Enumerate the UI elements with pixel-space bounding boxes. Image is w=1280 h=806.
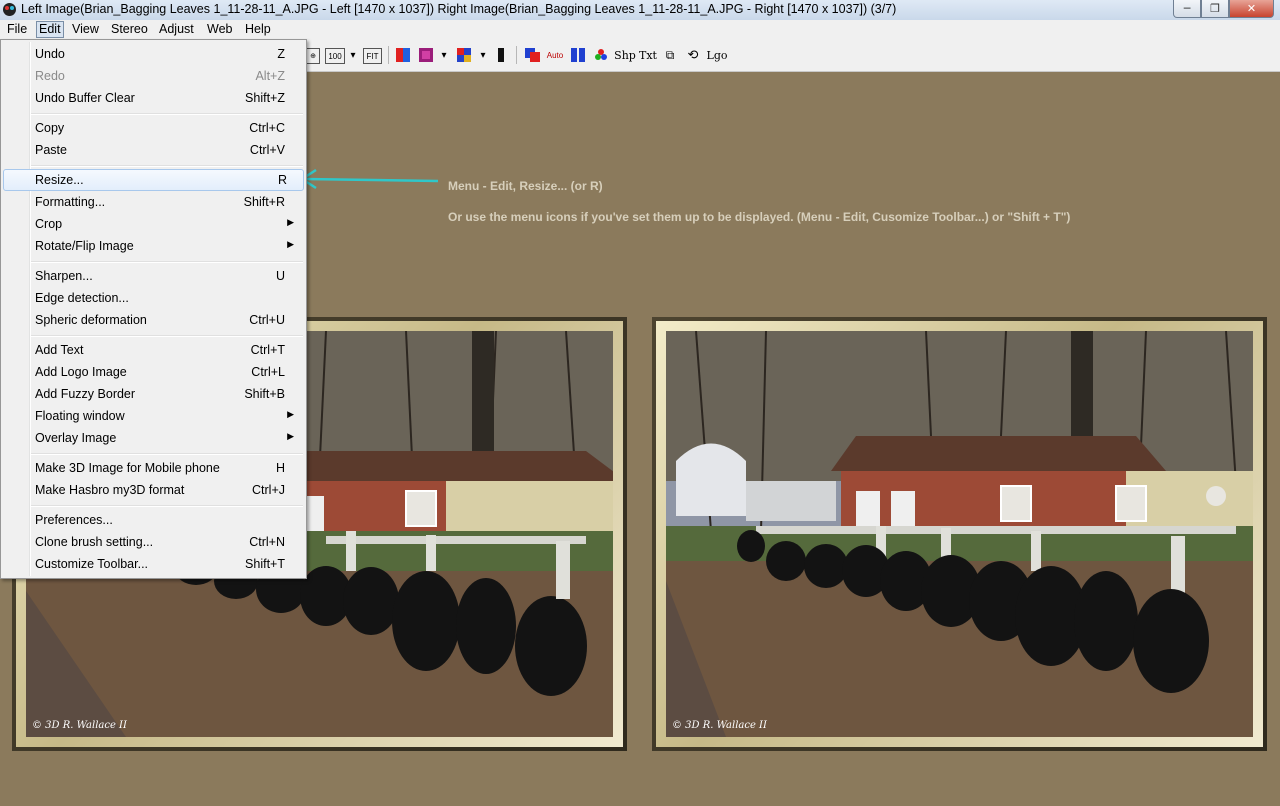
menu-item-add-text[interactable]: Add Text Ctrl+T	[3, 339, 302, 361]
pointer-arrow-icon	[299, 168, 439, 190]
menu-item-hasbro-my3d[interactable]: Make Hasbro my3D format Ctrl+J	[3, 479, 302, 501]
right-image-frame: © 3D R. Wallace II	[652, 317, 1267, 751]
menu-item-overlay-image[interactable]: Overlay Image ▶	[3, 427, 302, 449]
right-image[interactable]: © 3D R. Wallace II	[666, 331, 1253, 737]
zoom-icon[interactable]: ⊕	[306, 48, 320, 64]
close-button[interactable]: ✕	[1229, 0, 1274, 18]
minimize-button[interactable]: ─	[1173, 0, 1201, 18]
anaglyph-dropdown-icon[interactable]: ▾	[439, 48, 449, 62]
menu-item-spheric-deformation[interactable]: Spheric deformation Ctrl+U	[3, 309, 302, 331]
menu-item-resize[interactable]: Resize... R	[3, 169, 304, 191]
annotation-line-2: Or use the menu icons if you've set them…	[448, 210, 1071, 224]
overlap-icon[interactable]	[525, 48, 541, 62]
zoom-dropdown-icon[interactable]: ▾	[348, 48, 358, 62]
right-photo-scene	[666, 331, 1253, 737]
auto-align-button[interactable]: Auto	[546, 48, 564, 62]
menu-item-crop[interactable]: Crop ▶	[3, 213, 302, 235]
checker-icon[interactable]	[457, 48, 471, 62]
menu-item-add-logo-image[interactable]: Add Logo Image Ctrl+L	[3, 361, 302, 383]
stereo-block-icon[interactable]	[496, 48, 506, 62]
zoom-100-button[interactable]: 100	[325, 48, 345, 64]
menu-item-formatting[interactable]: Formatting... Shift+R	[3, 191, 302, 213]
submenu-arrow-icon: ▶	[287, 239, 294, 249]
menu-item-undo-buffer-clear[interactable]: Undo Buffer Clear Shift+Z	[3, 87, 302, 109]
menu-item-customize-toolbar[interactable]: Customize Toolbar... Shift+T	[3, 553, 302, 575]
menu-item-preferences[interactable]: Preferences...	[3, 509, 302, 531]
menu-stereo[interactable]: Stereo	[109, 22, 150, 36]
menu-edit[interactable]: Edit	[36, 21, 64, 38]
color-wheel-icon[interactable]	[594, 48, 608, 62]
menu-file[interactable]: File	[5, 22, 29, 36]
copy-pages-icon[interactable]: ⧉	[663, 48, 677, 62]
fit-button[interactable]: FIT	[363, 48, 382, 64]
menu-item-paste[interactable]: Paste Ctrl+V	[3, 139, 302, 161]
app-icon	[3, 3, 16, 16]
submenu-arrow-icon: ▶	[287, 217, 294, 227]
menu-web[interactable]: Web	[205, 22, 234, 36]
submenu-arrow-icon: ▶	[287, 409, 294, 419]
anaglyph-icon[interactable]	[419, 48, 433, 62]
menu-item-undo[interactable]: Undo Z	[3, 43, 302, 65]
maximize-button[interactable]: ❐	[1201, 0, 1229, 18]
checker-dropdown-icon[interactable]: ▾	[478, 48, 488, 62]
edit-menu: Undo Z Redo Alt+Z Undo Buffer Clear Shift+Z…	[0, 39, 307, 579]
menu-item-copy[interactable]: Copy Ctrl+C	[3, 117, 302, 139]
window-title: Left Image(Brian_Bagging Leaves 1_11-28-…	[21, 2, 897, 16]
menu-item-floating-window[interactable]: Floating window ▶	[3, 405, 302, 427]
text-button[interactable]: Txt	[639, 48, 657, 62]
left-copyright: © 3D R. Wallace II	[32, 720, 127, 731]
side-by-side-icon[interactable]	[571, 48, 585, 62]
annotation-line-1: Menu - Edit, Resize... (or R)	[448, 179, 603, 193]
menu-item-redo: Redo Alt+Z	[35, 69, 285, 83]
right-copyright: © 3D R. Wallace II	[672, 720, 767, 731]
menu-adjust[interactable]: Adjust	[157, 22, 196, 36]
menu-item-add-fuzzy-border[interactable]: Add Fuzzy Border Shift+B	[3, 383, 302, 405]
submenu-arrow-icon: ▶	[287, 431, 294, 441]
menu-item-edge-detection[interactable]: Edge detection...	[3, 287, 302, 309]
color-split-icon[interactable]	[396, 48, 410, 62]
rotate-icon[interactable]: ⟲	[684, 47, 702, 62]
menu-help[interactable]: Help	[243, 22, 273, 36]
shape-button[interactable]: Shp	[614, 48, 636, 62]
logo-button[interactable]: Lgo	[707, 48, 728, 62]
menu-item-make-3d-mobile[interactable]: Make 3D Image for Mobile phone H	[3, 457, 302, 479]
menu-item-rotate-flip[interactable]: Rotate/Flip Image ▶	[3, 235, 302, 257]
title-bar: Left Image(Brian_Bagging Leaves 1_11-28-…	[0, 0, 1280, 21]
menu-item-sharpen[interactable]: Sharpen... U	[3, 265, 302, 287]
menu-item-clone-brush[interactable]: Clone brush setting... Ctrl+N	[3, 531, 302, 553]
menu-view[interactable]: View	[70, 22, 101, 36]
menu-bar: File Edit View Stereo Adjust Web Help	[0, 20, 1280, 39]
